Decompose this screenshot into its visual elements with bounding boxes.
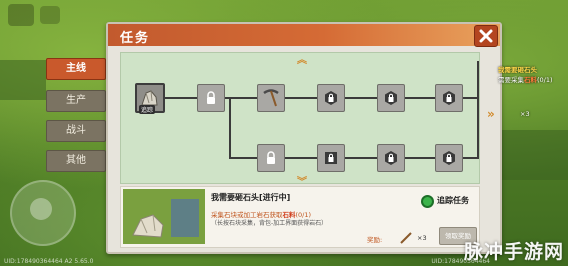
task-node-locked[interactable] bbox=[435, 144, 463, 172]
tab-combat[interactable]: 战斗 bbox=[46, 120, 106, 142]
tracker-title: 我需要砸石头 bbox=[498, 66, 537, 74]
lock-icon bbox=[267, 151, 275, 164]
lock-icon bbox=[325, 152, 337, 164]
terrain-block bbox=[500, 130, 568, 180]
lock-icon bbox=[443, 151, 455, 165]
task-node-locked[interactable] bbox=[377, 84, 405, 112]
task-node-locked[interactable] bbox=[197, 84, 225, 112]
watermark: 脉冲手游网 bbox=[463, 241, 564, 263]
tab-production[interactable]: 生产 bbox=[46, 90, 106, 112]
lock-icon bbox=[207, 91, 215, 104]
side-task-tracker[interactable]: 我需要砸石头 需要采集石料(0/1) ×3 bbox=[498, 64, 568, 118]
lock-icon bbox=[385, 91, 397, 105]
hud-status-button[interactable] bbox=[40, 6, 60, 24]
task-panel: 任务 ︽ ︾ » 追踪 我需要砸石头[进行中] 采集石块或加工岩石获取石料(0/… bbox=[106, 22, 502, 254]
lock-icon bbox=[325, 91, 337, 105]
task-node-locked[interactable] bbox=[435, 84, 463, 112]
lock-icon bbox=[385, 151, 397, 165]
task-node-pickaxe[interactable] bbox=[257, 84, 285, 112]
tree-connector bbox=[477, 61, 479, 159]
task-node-locked[interactable] bbox=[317, 84, 345, 112]
close-button[interactable] bbox=[474, 25, 498, 47]
tab-other[interactable]: 其他 bbox=[46, 150, 106, 172]
branch-icon bbox=[400, 232, 412, 244]
scroll-up-chevron-icon[interactable]: ︽ bbox=[297, 51, 307, 66]
hud-menu-button[interactable] bbox=[8, 4, 34, 26]
tracker-reward-count: ×3 bbox=[520, 110, 530, 118]
tree-connector bbox=[229, 97, 231, 158]
track-task-toggle[interactable] bbox=[421, 195, 434, 208]
task-node-current[interactable]: 追踪 bbox=[135, 83, 165, 114]
task-node-locked[interactable] bbox=[377, 144, 405, 172]
lock-icon bbox=[443, 91, 455, 105]
task-detail: 我需要砸石头[进行中] 采集石块或加工岩石获取石料(0/1) （长按石块采集，背… bbox=[120, 186, 480, 248]
tracker-objective-item: 石料 bbox=[524, 76, 537, 84]
tracker-objective-prefix: 需要采集 bbox=[498, 76, 524, 84]
task-title: 我需要砸石头[进行中] bbox=[211, 193, 291, 202]
tracker-objective: 需要采集石料(0/1) bbox=[498, 74, 568, 84]
joystick-knob[interactable] bbox=[30, 198, 52, 220]
terrain-block bbox=[0, 60, 46, 100]
task-hint: （长按石块采集，背包-加工界面获得岩石） bbox=[211, 220, 328, 227]
task-tree: ︽ ︾ » 追踪 bbox=[120, 51, 495, 188]
pickaxe-icon bbox=[263, 89, 279, 107]
panel-title-bar: 任务 bbox=[108, 24, 500, 46]
close-icon bbox=[479, 29, 493, 43]
scroll-right-chevron-icon[interactable]: » bbox=[487, 107, 495, 121]
reward-count: ×3 bbox=[417, 234, 427, 242]
reward-label: 奖励: bbox=[367, 236, 383, 244]
track-task-label: 追踪任务 bbox=[437, 196, 469, 205]
track-tag: 追踪 bbox=[139, 105, 156, 114]
tab-main-quest[interactable]: 主线 bbox=[46, 58, 106, 80]
task-preview-image bbox=[123, 189, 205, 244]
task-node-locked[interactable] bbox=[257, 144, 285, 172]
panel-title: 任务 bbox=[120, 31, 151, 46]
uid-text-left: UID:178490364464 A2 5.65.0 bbox=[4, 258, 94, 265]
task-node-locked[interactable] bbox=[317, 144, 345, 172]
tracker-objective-progress: (0/1) bbox=[537, 76, 553, 84]
